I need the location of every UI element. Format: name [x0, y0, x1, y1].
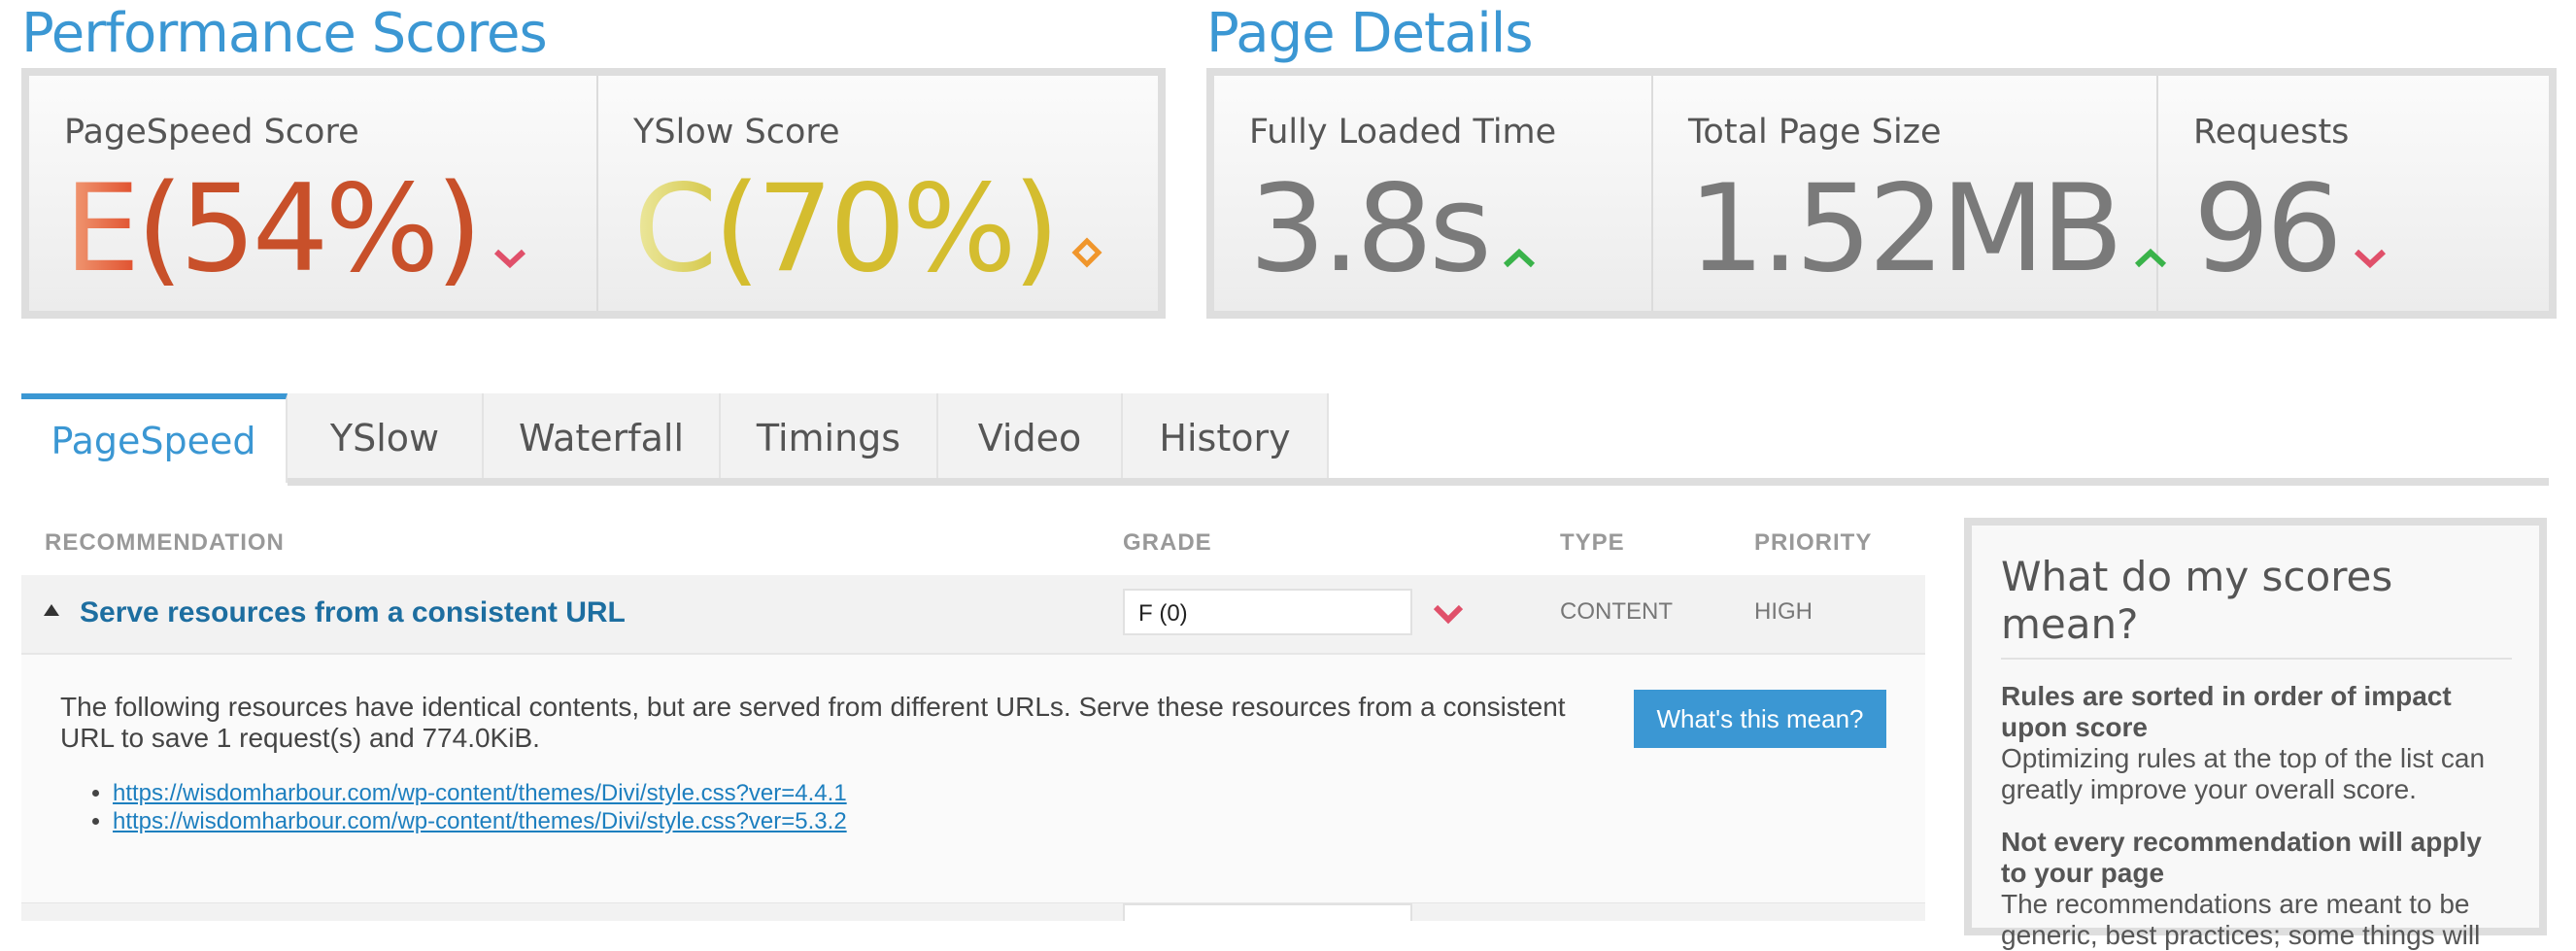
priority-value: HIGH: [1754, 598, 1813, 625]
resource-link[interactable]: https://wisdomharbour.com/wp-content/the…: [113, 808, 847, 834]
total-page-size-value: 1.52MB: [1688, 159, 2123, 299]
diamond-icon: [1069, 169, 1104, 289]
tab-waterfall[interactable]: Waterfall: [484, 393, 721, 483]
requests-label: Requests: [2193, 113, 2350, 152]
table-row[interactable]: [21, 903, 1925, 921]
report-tabs: PageSpeed YSlow Waterfall Timings Video …: [21, 393, 1329, 483]
performance-scores-panel: PageSpeed Score E (54%) YSlow Score C (7…: [21, 68, 1166, 319]
page-details-panel: Fully Loaded Time 3.8s Total Page Size 1…: [1206, 68, 2557, 319]
tabs-divider: [288, 478, 2549, 486]
pagespeed-percent: (54%): [136, 159, 482, 299]
header-priority[interactable]: PRIORITY: [1754, 529, 1872, 557]
whats-this-mean-button[interactable]: What's this mean?: [1634, 690, 1886, 748]
list-item: https://wisdomharbour.com/wp-content/the…: [113, 779, 847, 807]
header-recommendation[interactable]: RECOMMENDATION: [45, 529, 285, 557]
chevron-down-icon: [1432, 602, 1465, 630]
help-heading: Rules are sorted in order of impact upon…: [2001, 681, 2452, 742]
url-list: https://wisdomharbour.com/wp-content/the…: [87, 779, 847, 835]
recommendation-title[interactable]: Serve resources from a consistent URL: [80, 596, 626, 629]
yslow-score: YSlow Score C (70%): [598, 76, 1158, 311]
tab-pagespeed[interactable]: PageSpeed: [21, 393, 288, 483]
total-page-size: Total Page Size 1.52MB: [1653, 76, 2167, 311]
fully-loaded-time-value: 3.8s: [1249, 159, 1492, 299]
scores-help-panel: What do my scores mean? Rules are sorted…: [1964, 518, 2547, 950]
tab-timings[interactable]: Timings: [721, 393, 938, 483]
performance-scores-title: Performance Scores: [21, 2, 548, 65]
tab-yslow[interactable]: YSlow: [288, 393, 484, 483]
chevron-up-icon: [1502, 169, 1537, 289]
page-details-title: Page Details: [1206, 2, 1534, 65]
chevron-down-icon: [492, 169, 527, 289]
fully-loaded-time: Fully Loaded Time 3.8s: [1214, 76, 1653, 311]
pagespeed-score-label: PageSpeed Score: [64, 113, 359, 152]
grade-value: F (0): [1123, 589, 1412, 635]
grade-value: [1123, 903, 1412, 921]
help-text: Optimizing rules at the top of the list …: [2001, 743, 2486, 804]
tab-history[interactable]: History: [1123, 393, 1329, 483]
pagespeed-score: PageSpeed Score E (54%): [29, 76, 598, 311]
yslow-percent: (70%): [713, 159, 1060, 299]
pagespeed-grade: E: [64, 159, 140, 299]
recommendation-details: The following resources have identical c…: [21, 655, 1925, 905]
yslow-score-label: YSlow Score: [633, 113, 840, 152]
header-grade[interactable]: GRADE: [1123, 529, 1212, 557]
list-item: https://wisdomharbour.com/wp-content/the…: [113, 807, 847, 835]
requests: Requests 96: [2158, 76, 2549, 311]
type-value: CONTENT: [1560, 598, 1673, 625]
fully-loaded-time-label: Fully Loaded Time: [1249, 113, 1557, 152]
resource-link[interactable]: https://wisdomharbour.com/wp-content/the…: [113, 780, 847, 806]
recommendation-description: The following resources have identical c…: [60, 692, 1566, 753]
table-row[interactable]: Serve resources from a consistent URL F …: [21, 575, 1925, 655]
caret-up-icon[interactable]: [43, 603, 60, 622]
total-page-size-label: Total Page Size: [1688, 113, 1942, 152]
yslow-grade: C: [633, 159, 718, 299]
chevron-down-icon: [2353, 169, 2388, 289]
header-type[interactable]: TYPE: [1560, 529, 1625, 557]
help-text: The recommendations are meant to be gene…: [2001, 889, 2481, 950]
scores-help-title: What do my scores mean?: [2001, 553, 2512, 660]
requests-value: 96: [2193, 159, 2343, 299]
tab-video[interactable]: Video: [938, 393, 1123, 483]
help-heading: Not every recommendation will apply to y…: [2001, 827, 2482, 888]
